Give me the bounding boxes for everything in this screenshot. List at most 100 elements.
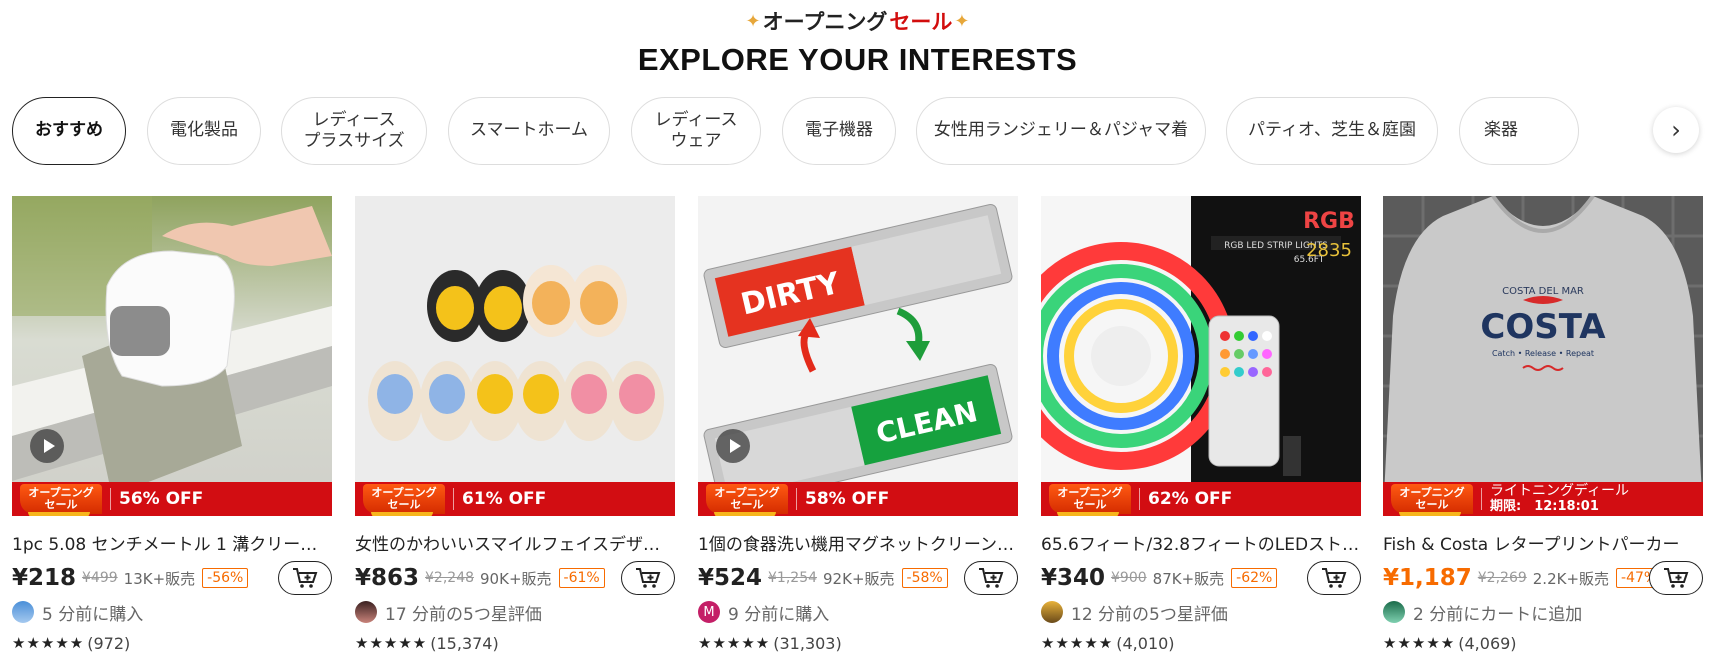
tab-smart-home[interactable]: スマートホーム xyxy=(448,97,610,165)
deal-expiry: 期限: 12:18:01 xyxy=(1490,499,1599,514)
box-rgb: RGB xyxy=(1303,209,1355,234)
original-price: ¥2,248 xyxy=(425,570,475,586)
original-price: ¥1,254 xyxy=(768,570,818,586)
product-card[interactable]: オープニング セール 56% OFF 1pc 5.08 センチメートル 1 溝ク… xyxy=(12,196,332,666)
product-price: ¥340 xyxy=(1041,565,1106,591)
box-number: 2835 xyxy=(1306,240,1352,261)
discount-off-label: 58% OFF xyxy=(805,489,890,509)
cart-plus-icon xyxy=(293,568,318,588)
product-price: ¥863 xyxy=(355,565,420,591)
tab-womens-plus-size[interactable]: レディース プラスサイズ xyxy=(281,97,427,165)
discount-badge: -58% xyxy=(901,568,948,588)
cart-plus-icon xyxy=(1664,568,1689,588)
add-to-cart-button[interactable] xyxy=(621,561,675,595)
product-image[interactable]: RGB LED STRIP LIGHTS 65.6FT RGB 2835 オープ… xyxy=(1041,196,1361,516)
category-tabs: おすすめ 電化製品 レディース プラスサイズ スマートホーム レディース ウェア… xyxy=(12,95,1702,167)
avatar xyxy=(1041,601,1063,623)
cart-plus-icon xyxy=(1322,568,1347,588)
product-image[interactable]: DIRTY CLEAN オープニング セール 58% OFF xyxy=(698,196,1018,516)
play-video-icon[interactable] xyxy=(30,429,64,463)
lightning-deal-label: ライトニングディール xyxy=(1490,483,1630,499)
star-rating-icon: ★★★★★ xyxy=(1041,634,1114,652)
product-image[interactable]: オープニング セール 56% OFF xyxy=(12,196,332,516)
avatar: M xyxy=(698,601,720,623)
product-name[interactable]: 65.6フィート/32.8フィートのLEDストリップライト xyxy=(1041,530,1361,555)
social-proof: 17 分前の5つ星評価 xyxy=(355,599,675,625)
next-categories-button[interactable]: › xyxy=(1653,107,1699,153)
star-rating-icon: ★★★★★ xyxy=(698,634,771,652)
original-price: ¥2,269 xyxy=(1477,570,1527,586)
star-icon: ✦ xyxy=(954,10,970,32)
lightning-deal: ライトニングディール 期限: 12:18:01 xyxy=(1490,483,1629,515)
sale-banner: オープニング セール 62% OFF xyxy=(1041,482,1361,516)
product-card[interactable]: DIRTY CLEAN オープニング セール 58% OFF 1個の食器洗い機用… xyxy=(698,196,1018,666)
star-rating-icon: ★★★★★ xyxy=(355,634,428,652)
product-name[interactable]: 女性のかわいいスマイルフェイスデザインスリッパ xyxy=(355,530,675,555)
sale-banner: オープニング セール 56% OFF xyxy=(12,482,332,516)
print-arc-text: COSTA DEL MAR xyxy=(1502,286,1584,297)
tab-womens-lingerie[interactable]: 女性用ランジェリー＆パジャマ着 xyxy=(916,97,1206,165)
product-card[interactable]: COSTA DEL MAR COSTA Catch • Release • Re… xyxy=(1383,196,1703,666)
social-proof: 5 分前に購入 xyxy=(12,599,332,625)
tab-musical-instruments[interactable]: 楽器 xyxy=(1459,97,1579,165)
sale-heading-part2: セール xyxy=(889,10,953,34)
tab-patio-lawn-garden[interactable]: パティオ、芝生＆庭園 xyxy=(1226,97,1438,165)
product-card[interactable]: オープニング セール 61% OFF 女性のかわいいスマイルフェイスデザインスリ… xyxy=(355,196,675,666)
print-brand: COSTA xyxy=(1480,307,1606,347)
chevron-right-icon: › xyxy=(1671,116,1681,144)
cart-plus-icon xyxy=(636,568,661,588)
price-row: ¥863 ¥2,248 90K+販売 -61% xyxy=(355,561,675,595)
rating: ★★★★★ (4,069) xyxy=(1383,631,1703,655)
social-proof-text: 17 分前の5つ星評価 xyxy=(385,604,542,625)
review-count: (4,010) xyxy=(1116,633,1175,653)
tab-womens-wear[interactable]: レディース ウェア xyxy=(631,97,761,165)
review-count: (4,069) xyxy=(1458,633,1517,653)
page-title: EXPLORE YOUR INTERESTS xyxy=(637,42,1078,77)
banner-divider xyxy=(453,488,454,510)
sold-count: 13K+販売 xyxy=(123,569,196,588)
product-card[interactable]: RGB LED STRIP LIGHTS 65.6FT RGB 2835 オープ… xyxy=(1041,196,1361,666)
rating: ★★★★★ (15,374) xyxy=(355,631,675,655)
social-proof-text: 12 分前の5つ星評価 xyxy=(1071,604,1228,625)
print-tagline: Catch • Release • Repeat xyxy=(1492,349,1594,358)
sale-heading-part1: オープニング xyxy=(762,10,888,34)
discount-off-label: 56% OFF xyxy=(119,489,204,509)
product-name[interactable]: 1個の食器洗い機用マグネットクリーンダーティサイン xyxy=(698,530,1018,555)
opening-sale-badge: オープニング セール xyxy=(1049,484,1131,516)
discount-badge: -61% xyxy=(558,568,605,588)
play-video-icon[interactable] xyxy=(716,429,750,463)
product-price: ¥524 xyxy=(698,565,763,591)
add-to-cart-button[interactable] xyxy=(964,561,1018,595)
price-row: ¥1,187 ¥2,269 2.2K+販売 -47% xyxy=(1383,561,1703,595)
original-price: ¥499 xyxy=(82,570,118,586)
tab-recommended[interactable]: おすすめ xyxy=(12,97,126,165)
sold-count: 87K+販売 xyxy=(1152,569,1225,588)
opening-sale-badge: オープニング セール xyxy=(706,484,788,516)
sold-count: 92K+販売 xyxy=(823,569,895,588)
add-to-cart-button[interactable] xyxy=(1307,561,1361,595)
product-image[interactable]: オープニング セール 61% OFF xyxy=(355,196,675,516)
tab-electronic-devices[interactable]: 電子機器 xyxy=(782,97,896,165)
product-image[interactable]: COSTA DEL MAR COSTA Catch • Release • Re… xyxy=(1383,196,1703,516)
add-to-cart-button[interactable] xyxy=(1649,561,1703,595)
cart-plus-icon xyxy=(979,568,1004,588)
review-count: (15,374) xyxy=(430,633,499,653)
original-price: ¥900 xyxy=(1111,570,1147,586)
add-to-cart-button[interactable] xyxy=(278,561,332,595)
discount-off-label: 62% OFF xyxy=(1148,489,1233,509)
social-proof: 12 分前の5つ星評価 xyxy=(1041,599,1361,625)
social-proof-text: 5 分前に購入 xyxy=(42,604,144,625)
opening-sale-badge: オープニング セール xyxy=(1391,484,1473,516)
price-row: ¥218 ¥499 13K+販売 -56% xyxy=(12,561,332,595)
product-name[interactable]: Fish & Costa レタープリントパーカー xyxy=(1383,530,1703,555)
product-name[interactable]: 1pc 5.08 センチメートル 1 溝クリーニングブラシ xyxy=(12,530,332,555)
star-rating-icon: ★★★★★ xyxy=(12,634,85,652)
sold-count: 2.2K+販売 xyxy=(1532,569,1610,588)
social-proof-text: 2 分前にカートに追加 xyxy=(1413,604,1583,625)
banner-divider xyxy=(110,488,111,510)
avatar xyxy=(1383,601,1405,623)
tab-electronics-appliances[interactable]: 電化製品 xyxy=(147,97,261,165)
banner-divider xyxy=(1481,488,1482,510)
discount-badge: -62% xyxy=(1231,568,1278,588)
section-header: ✦ オープニング セール ✦ EXPLORE YOUR INTERESTS xyxy=(0,6,1715,78)
